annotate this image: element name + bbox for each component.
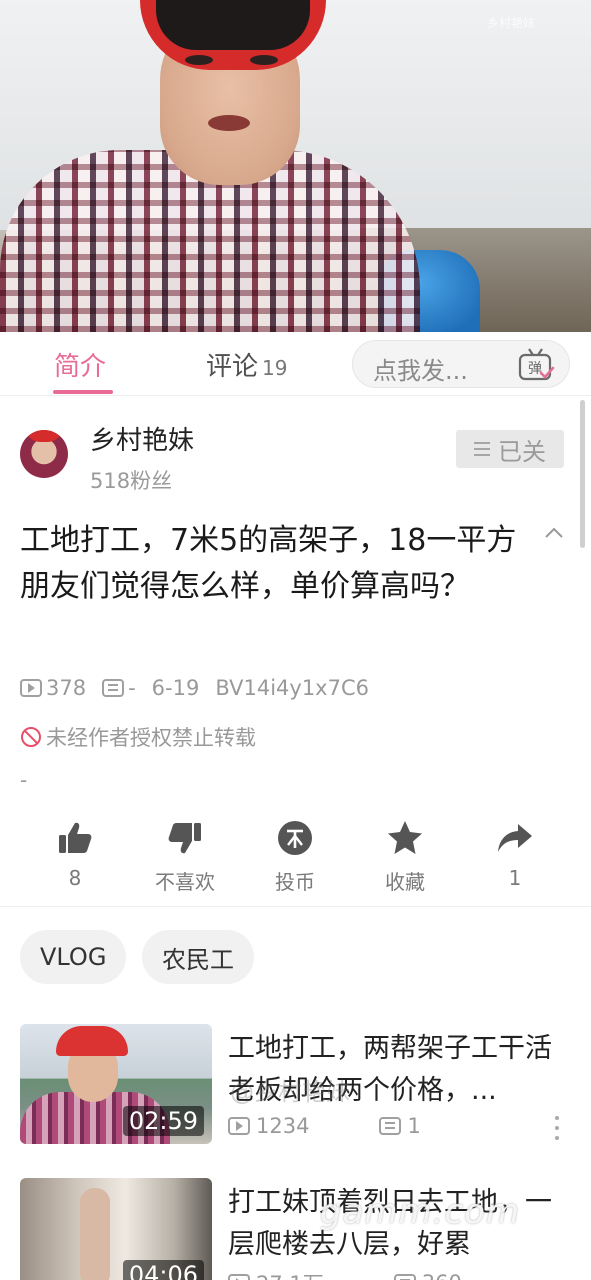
danmaku-count: - [128, 676, 136, 700]
share-button[interactable]: 1 [460, 816, 570, 890]
video-description: - [20, 768, 28, 792]
related-duration: 02:59 [122, 1106, 204, 1136]
danmaku-tv-icon[interactable]: 弹 [517, 347, 555, 383]
video-meta: 378 - 6-19 BV14i4y1x7C6 [20, 676, 369, 700]
favorite-label: 收藏 [385, 870, 425, 894]
more-options-icon[interactable] [552, 1116, 562, 1140]
related-views: 27.1万 [256, 1268, 324, 1280]
follow-button-label: 已关 [498, 437, 546, 466]
scrollbar[interactable] [580, 400, 585, 548]
uploader-name[interactable]: 乡村艳妹 [90, 420, 194, 457]
svg-text:弹: 弹 [528, 361, 542, 377]
tab-comments-label: 评论 [206, 352, 259, 382]
dislike-button[interactable]: 不喜欢 [130, 816, 240, 895]
tab-bar: 简介 评论 19 点我发... 弹 [0, 332, 591, 396]
related-thumbnail[interactable]: 04:06 [20, 1178, 212, 1280]
like-count: 8 [68, 866, 82, 890]
share-count: 1 [508, 866, 522, 890]
thumbnail-helmet [56, 1026, 128, 1056]
related-stats: 1234 1 [228, 1114, 421, 1138]
video-hair-under-helmet [156, 0, 310, 50]
video-eye-right [250, 55, 278, 65]
video-eye-left [185, 55, 213, 65]
coin-label: 投币 [275, 870, 315, 894]
menu-lines-icon [474, 442, 490, 456]
related-danmaku: 360 [422, 1271, 462, 1280]
forbidden-icon [21, 727, 41, 747]
related-danmaku: 1 [407, 1114, 421, 1138]
follow-button[interactable]: 已关 [456, 430, 564, 468]
thumbs-up-icon [59, 822, 92, 853]
bvid: BV14i4y1x7C6 [215, 676, 369, 700]
tab-comments-count: 19 [262, 356, 288, 380]
repost-notice: 未经作者授权禁止转载 [20, 722, 256, 752]
section-divider [0, 906, 591, 907]
publish-date: 6-19 [151, 676, 200, 700]
uploader-avatar[interactable] [20, 430, 68, 478]
tab-intro[interactable]: 简介 [54, 346, 106, 383]
related-duration: 04:06 [122, 1260, 204, 1280]
tab-intro-label: 简介 [54, 352, 107, 382]
danmaku-placeholder: 点我发... [373, 357, 468, 385]
tab-comments[interactable]: 评论 19 [206, 346, 287, 383]
repost-notice-text: 未经作者授权禁止转载 [46, 726, 256, 750]
star-icon [388, 821, 422, 854]
related-views: 1234 [256, 1114, 310, 1138]
favorite-button[interactable]: 收藏 [350, 816, 460, 895]
coin-button[interactable]: 投币 [240, 816, 350, 895]
tab-active-indicator [53, 390, 113, 394]
related-thumbnail[interactable]: 02:59 [20, 1024, 212, 1144]
tag-vlog[interactable]: VLOG [20, 930, 127, 984]
danmaku-count-icon [393, 1274, 416, 1280]
view-count: 378 [46, 676, 87, 700]
danmaku-count-icon [102, 679, 125, 697]
chevron-up-icon[interactable] [543, 522, 565, 544]
danmaku-input[interactable]: 点我发... 弹 [352, 340, 570, 388]
like-button[interactable]: 8 [20, 816, 130, 890]
coin-icon [278, 821, 312, 855]
video-mouth [208, 115, 250, 131]
share-icon [498, 824, 532, 852]
thumbnail-person [80, 1188, 110, 1280]
site-watermark: gamm.com [320, 1192, 521, 1232]
video-title: 工地打工，7米5的高架子，18一平方朋友们觉得怎么样，单价算高吗？ [20, 523, 517, 604]
play-count-icon [228, 1117, 250, 1135]
play-count-icon [228, 1274, 250, 1280]
video-player[interactable]: 乡村艳妹 [0, 0, 591, 332]
video-watermark: 乡村艳妹 [486, 16, 535, 30]
tag-migrant-worker[interactable]: 农民工 [142, 930, 254, 984]
play-count-icon [20, 679, 42, 697]
uploader-fans: 518粉丝 [90, 469, 173, 493]
overlay-watermark: @乡村艳妹 [230, 1078, 350, 1106]
dislike-label: 不喜欢 [155, 870, 215, 894]
thumbs-down-icon [168, 823, 201, 854]
danmaku-count-icon [379, 1117, 402, 1135]
related-stats: 27.1万 360 [228, 1268, 462, 1280]
